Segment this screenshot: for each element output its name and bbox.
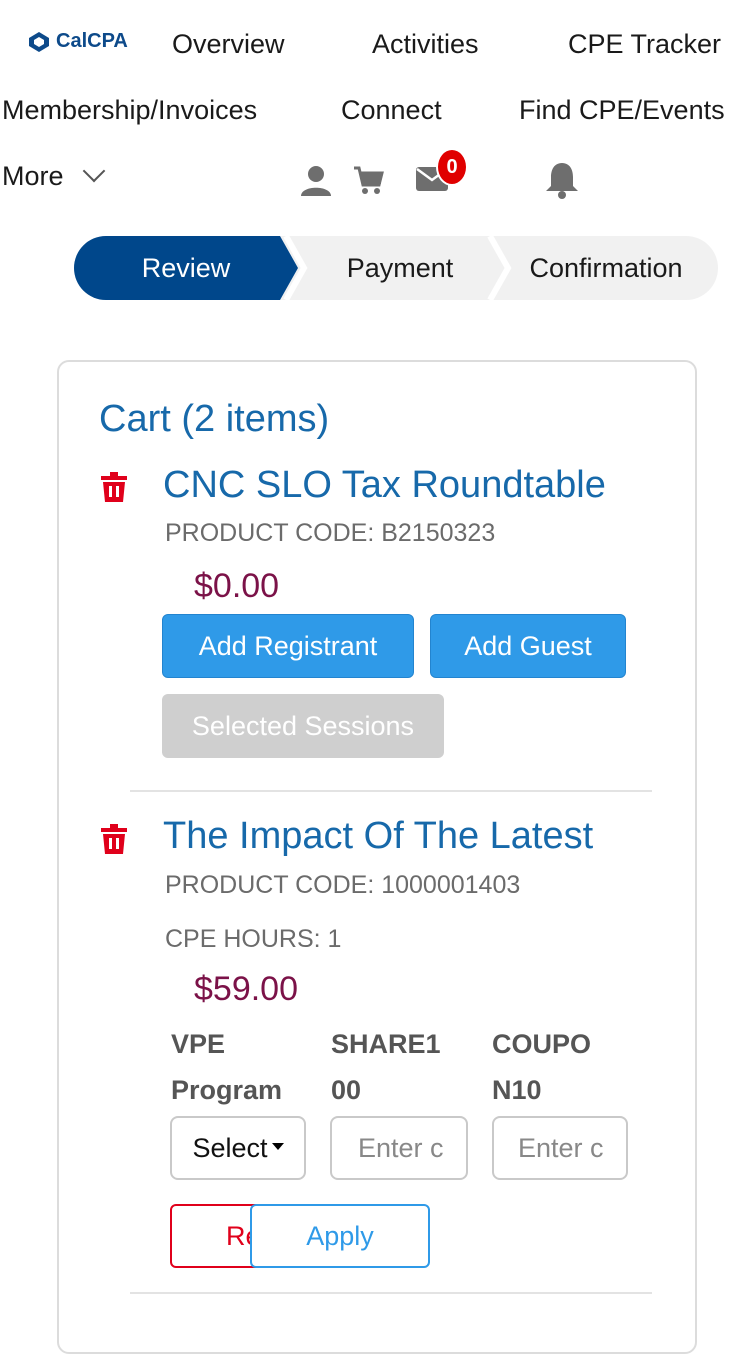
- apply-button[interactable]: Apply: [250, 1204, 430, 1268]
- product-code: PRODUCT CODE: 1000001403: [165, 871, 521, 899]
- chevron-down-icon: [82, 159, 105, 183]
- nav-cpe-tracker[interactable]: CPE Tracker: [568, 31, 721, 58]
- item-divider: [130, 1292, 652, 1294]
- item-price: $0.00: [194, 567, 280, 605]
- cart-icon[interactable]: [352, 164, 384, 201]
- add-registrant-button[interactable]: Add Registrant: [162, 614, 414, 678]
- checkout-steps: Review Payment Confirmation: [74, 236, 718, 300]
- step-review[interactable]: Review: [74, 236, 298, 300]
- column-header-line: 00: [331, 1075, 362, 1105]
- vpe-program-select[interactable]: Select: [170, 1116, 306, 1180]
- cpe-hours: CPE HOURS: 1: [165, 925, 342, 953]
- column-header-line: N10: [492, 1075, 542, 1105]
- trash-icon[interactable]: [101, 472, 127, 507]
- calcpa-logo[interactable]: CalCPA: [28, 30, 128, 53]
- logo-text: CalCPA: [56, 30, 128, 52]
- column-header-line: SHARE1: [331, 1029, 441, 1059]
- select-value: Select: [192, 1132, 268, 1163]
- nav-membership-invoices[interactable]: Membership/Invoices: [2, 97, 257, 124]
- coupon10-input[interactable]: Enter c: [492, 1116, 628, 1180]
- nav-overview[interactable]: Overview: [172, 31, 285, 58]
- bell-icon[interactable]: [543, 160, 581, 205]
- item-price: $59.00: [194, 970, 298, 1008]
- item-title[interactable]: CNC SLO Tax Roundtable: [163, 464, 647, 507]
- nav-more[interactable]: More: [2, 159, 105, 191]
- step-payment[interactable]: Payment: [298, 236, 502, 300]
- nav-more-label: More: [2, 161, 64, 191]
- item-title[interactable]: The Impact Of The Latest: [163, 815, 647, 858]
- selected-sessions-button[interactable]: Selected Sessions: [162, 694, 444, 758]
- column-header-line: Program: [171, 1075, 283, 1105]
- add-guest-button[interactable]: Add Guest: [430, 614, 626, 678]
- column-header-line: COUPO: [492, 1029, 592, 1059]
- caret-down-icon: [271, 1142, 284, 1150]
- column-header-coupon10: COUPO N10: [492, 1021, 591, 1113]
- step-confirmation[interactable]: Confirmation: [504, 236, 708, 300]
- column-header-share100: SHARE1 00: [331, 1021, 441, 1113]
- nav-activities[interactable]: Activities: [372, 31, 479, 58]
- share100-input[interactable]: Enter c: [330, 1116, 468, 1180]
- trash-icon[interactable]: [101, 824, 127, 859]
- column-header-vpe-program: VPE Program: [171, 1021, 282, 1113]
- column-header-line: VPE: [171, 1029, 226, 1059]
- nav-connect[interactable]: Connect: [341, 97, 442, 124]
- cart-title: Cart (2 items): [99, 398, 330, 440]
- logo-icon: [29, 31, 49, 52]
- mail-count-badge: 0: [436, 148, 468, 186]
- user-icon[interactable]: [299, 163, 333, 202]
- item-divider: [130, 790, 652, 792]
- nav-find-cpe-events[interactable]: Find CPE/Events: [519, 97, 725, 124]
- product-code: PRODUCT CODE: B2150323: [165, 519, 496, 547]
